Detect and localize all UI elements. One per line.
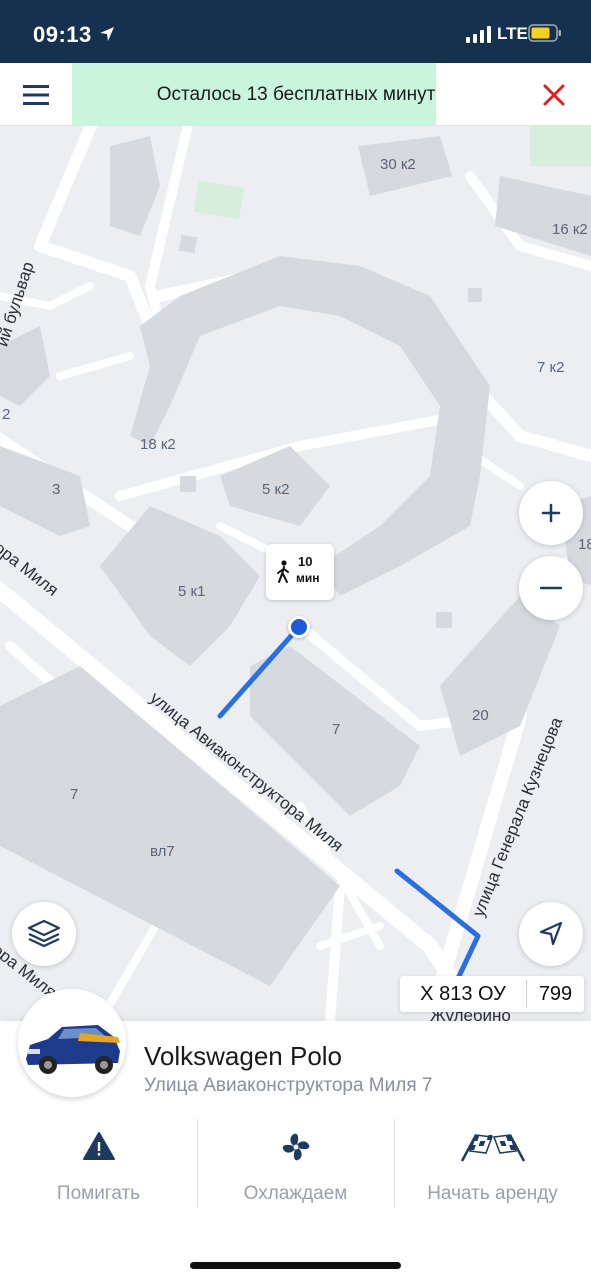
layers-icon — [27, 919, 61, 948]
free-minutes-text: Осталось 13 бесплатных минут — [156, 84, 436, 105]
start-rent-button[interactable]: Начать аренду — [394, 1119, 591, 1211]
start-rent-label: Начать аренду — [427, 1183, 558, 1204]
action-bar: Помигать Охлаждаем Начать аренду — [0, 1119, 591, 1211]
status-bar: 09:13 LTE — [0, 0, 591, 63]
checkered-flags-icon — [460, 1134, 525, 1162]
plate-number: Х 813 ОУ — [420, 983, 506, 1005]
building-label: 2 — [2, 406, 11, 423]
plate-region: 799 — [538, 983, 573, 1005]
building-label: 7 к2 — [537, 359, 565, 376]
signal-icon — [466, 26, 491, 43]
network-type: LTE — [497, 24, 528, 43]
walking-time-badge: 10 мин — [266, 544, 334, 600]
warning-icon — [82, 1132, 115, 1160]
fan-icon — [282, 1133, 309, 1161]
blink-button[interactable]: Помигать — [0, 1119, 197, 1211]
user-location-dot — [288, 616, 310, 638]
building-label: 5 к2 — [262, 481, 290, 498]
car-image — [18, 989, 126, 1097]
building-label: 5 к1 — [178, 583, 206, 600]
cooling-label: Охлаждаем — [243, 1183, 348, 1204]
map-layers-button[interactable] — [12, 902, 76, 966]
building-label: 18 к2 — [140, 436, 176, 453]
location-arrow-icon — [100, 27, 114, 41]
car-info-sheet: Volkswagen Polo Улица Авиаконструктора М… — [0, 989, 591, 1280]
zoom-in-button[interactable] — [519, 481, 583, 545]
car-model: Volkswagen Polo — [144, 1041, 343, 1071]
building-label: вл7 — [150, 843, 175, 860]
building-label: 20 — [472, 707, 489, 724]
hamburger-icon — [23, 85, 49, 105]
zoom-out-button[interactable] — [519, 556, 583, 620]
battery-icon — [528, 24, 561, 42]
navigation-arrow-icon — [539, 921, 563, 946]
building-label: 3 — [52, 481, 61, 498]
plus-icon — [541, 503, 561, 523]
blink-label: Помигать — [56, 1183, 141, 1204]
close-icon — [543, 84, 565, 106]
building-label: 7 — [332, 721, 341, 738]
minus-icon — [540, 586, 562, 590]
my-location-button[interactable] — [519, 902, 583, 966]
cooling-button[interactable]: Охлаждаем — [197, 1119, 394, 1211]
top-bar: Осталось 13 бесплатных минут — [0, 63, 591, 126]
building-label: 30 к2 — [380, 156, 416, 173]
building-label: 18 — [578, 536, 591, 553]
home-indicator[interactable] — [190, 1262, 401, 1269]
map[interactable]: 30 к2 16 к2 7 к2 18 к2 5 к2 5 к1 3 2 7 2… — [0, 126, 591, 1021]
walking-time-unit: мин — [296, 571, 320, 585]
building-label: 7 — [70, 786, 79, 803]
car-photo — [18, 989, 126, 1097]
walking-person-icon — [277, 560, 289, 583]
building-label: 16 к2 — [552, 221, 588, 238]
status-time: 09:13 — [33, 22, 92, 47]
license-plate: Х 813 ОУ 799 — [400, 976, 584, 1012]
car-address: Улица Авиаконструктора Миля 7 — [144, 1075, 433, 1096]
menu-button[interactable] — [10, 69, 62, 121]
close-button[interactable] — [530, 71, 578, 119]
walking-time-value: 10 — [298, 554, 313, 569]
